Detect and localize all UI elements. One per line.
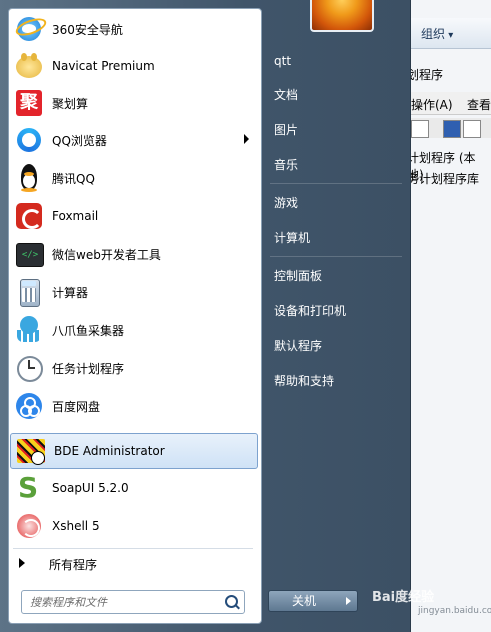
program-item-octopus[interactable]: 八爪鱼采集器 bbox=[9, 312, 259, 348]
program-item-task-scheduler[interactable]: 任务计划程序 bbox=[9, 350, 259, 386]
place-item-computer[interactable]: 计算机 bbox=[268, 225, 404, 251]
program-label: 计算器 bbox=[52, 285, 89, 300]
calculator-icon bbox=[13, 276, 45, 308]
all-programs-label: 所有程序 bbox=[49, 558, 98, 572]
places-pane: qtt 文档 图片 音乐 游戏 计算机 控制面板 设备和打印机 默认程序 帮助和… bbox=[262, 0, 410, 632]
toolbar-button[interactable] bbox=[411, 120, 429, 138]
navicat-icon bbox=[13, 50, 45, 82]
program-label: Foxmail bbox=[52, 209, 99, 223]
menu-view[interactable]: 查看 bbox=[467, 96, 491, 113]
qq-penguin-icon bbox=[13, 162, 45, 194]
watermark-url: jingyan.baidu.com bbox=[418, 606, 491, 616]
tree-item-library[interactable]: 务计划程序库 bbox=[407, 170, 479, 187]
place-item-help-support[interactable]: 帮助和支持 bbox=[268, 368, 404, 394]
start-menu: 360安全导航 Navicat Premium 聚 聚划算 QQ浏览器 腾讯QQ… bbox=[0, 0, 411, 632]
place-item-control-panel[interactable]: 控制面板 bbox=[268, 263, 404, 289]
place-item-devices-printers[interactable]: 设备和打印机 bbox=[268, 298, 404, 324]
program-item-soapui[interactable]: S SoapUI 5.2.0 bbox=[9, 470, 259, 506]
place-item-music[interactable]: 音乐 bbox=[268, 152, 404, 178]
xshell-icon bbox=[13, 510, 45, 542]
submenu-arrow-icon bbox=[244, 134, 249, 144]
program-label: SoapUI 5.2.0 bbox=[52, 481, 129, 495]
program-item-bde-administrator[interactable]: BDE Administrator bbox=[10, 433, 258, 469]
all-programs-button[interactable]: 所有程序 bbox=[9, 552, 259, 574]
background-toolbar: 组织 bbox=[405, 18, 491, 49]
organize-menu[interactable]: 组织 bbox=[421, 25, 453, 42]
program-item-wechat-devtools[interactable]: </> 微信web开发者工具 bbox=[9, 236, 259, 272]
bde-icon bbox=[15, 435, 47, 467]
background-toolbuttons bbox=[407, 118, 491, 138]
program-item-xshell[interactable]: Xshell 5 bbox=[9, 508, 259, 544]
program-label: 百度网盘 bbox=[52, 399, 101, 414]
watermark-logo: Bai度经验 bbox=[372, 590, 435, 605]
wechat-devtools-icon: </> bbox=[13, 238, 45, 270]
divider bbox=[270, 183, 402, 184]
search-input[interactable] bbox=[28, 591, 222, 613]
foxmail-icon bbox=[13, 200, 45, 232]
program-label: 任务计划程序 bbox=[52, 361, 125, 376]
place-item-pictures[interactable]: 图片 bbox=[268, 117, 404, 143]
toolbar-button[interactable] bbox=[463, 120, 481, 138]
help-icon[interactable] bbox=[443, 120, 461, 138]
triangle-right-icon bbox=[19, 558, 25, 568]
program-item-baidu-netdisk[interactable]: 百度网盘 bbox=[9, 388, 259, 424]
juhuasuan-icon: 聚 bbox=[13, 87, 45, 119]
program-label: 360安全导航 bbox=[52, 22, 123, 37]
qq-browser-icon bbox=[13, 124, 45, 156]
program-label: Navicat Premium bbox=[52, 59, 155, 73]
search-box[interactable] bbox=[21, 590, 245, 614]
program-item-foxmail[interactable]: Foxmail bbox=[9, 198, 259, 234]
place-item-games[interactable]: 游戏 bbox=[268, 190, 404, 216]
program-label: 八爪鱼采集器 bbox=[52, 323, 125, 338]
program-item-360-navigation[interactable]: 360安全导航 bbox=[9, 11, 259, 47]
program-label: QQ浏览器 bbox=[52, 133, 107, 148]
program-item-tencent-qq[interactable]: 腾讯QQ bbox=[9, 160, 259, 196]
program-label: 腾讯QQ bbox=[52, 171, 95, 186]
shutdown-button[interactable]: 关机 bbox=[268, 590, 340, 612]
ie-icon bbox=[13, 13, 49, 45]
program-item-navicat[interactable]: Navicat Premium bbox=[9, 48, 259, 84]
menu-action[interactable]: 操作(A) bbox=[411, 96, 453, 113]
user-avatar[interactable] bbox=[310, 0, 374, 32]
place-item-user-folder[interactable]: qtt bbox=[268, 48, 404, 74]
baidu-netdisk-icon bbox=[13, 390, 45, 422]
place-item-default-programs[interactable]: 默认程序 bbox=[268, 333, 404, 359]
programs-pane: 360安全导航 Navicat Premium 聚 聚划算 QQ浏览器 腾讯QQ… bbox=[8, 8, 262, 624]
place-item-documents[interactable]: 文档 bbox=[268, 82, 404, 108]
shutdown-options-arrow-icon[interactable] bbox=[339, 590, 358, 612]
program-label: 聚划算 bbox=[52, 96, 89, 111]
background-menubar: 操作(A) 查看 bbox=[405, 92, 491, 115]
program-item-calculator[interactable]: 计算器 bbox=[9, 274, 259, 310]
background-window: 组织 划程序 操作(A) 查看 计划程序 (本地) 务计划程序库 bbox=[405, 0, 491, 632]
octopus-icon bbox=[13, 314, 45, 346]
program-item-qq-browser[interactable]: QQ浏览器 bbox=[9, 122, 259, 158]
background-window-title: 划程序 bbox=[407, 68, 444, 82]
program-label: Xshell 5 bbox=[52, 519, 100, 533]
divider bbox=[13, 548, 253, 549]
program-label: BDE Administrator bbox=[54, 444, 165, 458]
soapui-icon: S bbox=[18, 471, 39, 504]
divider bbox=[270, 256, 402, 257]
clock-icon bbox=[13, 352, 45, 384]
program-item-juhuasuan[interactable]: 聚 聚划算 bbox=[9, 85, 259, 121]
program-label: 微信web开发者工具 bbox=[52, 247, 161, 262]
search-icon[interactable] bbox=[225, 595, 238, 608]
